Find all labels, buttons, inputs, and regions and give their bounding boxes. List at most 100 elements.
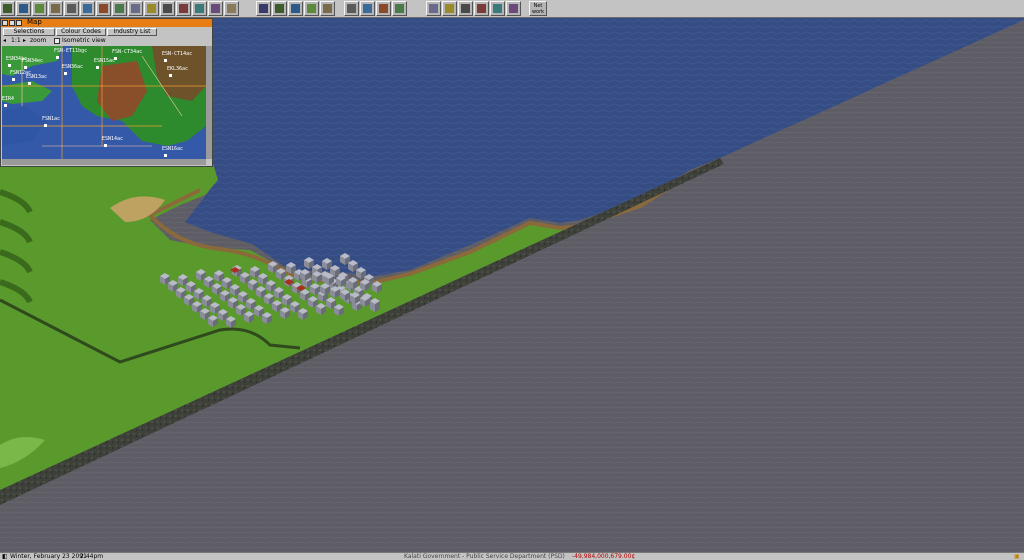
- tool-icon: [395, 4, 404, 13]
- toolbar-button[interactable]: [426, 1, 441, 16]
- tool-icon: [291, 4, 300, 13]
- toolbar-button[interactable]: [192, 1, 207, 16]
- minimap-options-row: ◂ 1:1 ▸ zoom Isometric view: [1, 37, 212, 45]
- toolbar-button[interactable]: [442, 1, 457, 16]
- tool-icon: [429, 4, 438, 13]
- tool-icon: [461, 4, 470, 13]
- minimap-station-marker: [56, 56, 59, 59]
- isometric-checkbox[interactable]: [54, 38, 60, 44]
- toolbar-button[interactable]: [112, 1, 127, 16]
- minimap-station-marker: [169, 74, 172, 77]
- tool-icon: [211, 4, 220, 13]
- toolbar-button[interactable]: [256, 1, 271, 16]
- toolbar-button[interactable]: [160, 1, 175, 16]
- minimap-station-marker: [44, 124, 47, 127]
- minimap-station-marker: [12, 78, 15, 81]
- pin-icon[interactable]: [16, 20, 22, 26]
- toolbar-button[interactable]: [128, 1, 143, 16]
- toolbar-button[interactable]: [16, 1, 31, 16]
- warning-icon[interactable]: ▣: [1014, 553, 1020, 560]
- minimap-title-bar[interactable]: Map: [1, 18, 212, 27]
- tool-icon: [323, 4, 332, 13]
- tool-icon: [19, 4, 28, 13]
- toolbar-button[interactable]: [272, 1, 287, 16]
- minimap-station-label: EIR4: [2, 96, 15, 102]
- minimap-view[interactable]: FSN-ET11bgc FSN-CT34ac ESN-CT14ac ESN34ac FS…: [2, 46, 206, 159]
- toolbar-button[interactable]: [224, 1, 239, 16]
- tool-icon: [115, 4, 124, 13]
- toolbar-button[interactable]: [80, 1, 95, 16]
- main-toolbar: Net work: [0, 0, 1024, 18]
- toolbar-button[interactable]: [144, 1, 159, 16]
- minimap-station-label: FSN-CT34ac: [112, 49, 143, 55]
- toolbar-button[interactable]: [458, 1, 473, 16]
- toolbar-button[interactable]: [474, 1, 489, 16]
- tool-icon: [99, 4, 108, 13]
- minimap-vertical-scrollbar[interactable]: [206, 46, 212, 159]
- minimap-station-marker: [96, 66, 99, 69]
- zoom-out-icon[interactable]: ◂: [3, 37, 6, 45]
- toolbar-button[interactable]: [208, 1, 223, 16]
- network-button[interactable]: Net work: [529, 1, 547, 16]
- isometric-label: Isometric view: [62, 37, 106, 44]
- minimap-station-label: ESN-CT14ac: [162, 51, 193, 57]
- toolbar-button[interactable]: [490, 1, 505, 16]
- minimap-station-marker: [28, 82, 31, 85]
- tool-icon: [477, 4, 486, 13]
- minimap-station-marker: [8, 64, 11, 67]
- minimap-window[interactable]: Map Selections Colour Codes Industry Lis…: [0, 18, 213, 167]
- toolbar-button[interactable]: [320, 1, 335, 16]
- selections-button[interactable]: Selections: [3, 28, 55, 36]
- toolbar-button[interactable]: [304, 1, 319, 16]
- minimap-station-marker: [164, 59, 167, 62]
- colour-codes-button[interactable]: Colour Codes: [56, 28, 106, 36]
- tool-icon: [493, 4, 502, 13]
- tool-icon: [67, 4, 76, 13]
- toolbar-button[interactable]: [32, 1, 47, 16]
- minimap-station-label: FSN-ET11bgc: [54, 48, 88, 54]
- minimap-horizontal-scrollbar[interactable]: [2, 159, 206, 165]
- minimap-station-label: ESN13ac: [26, 74, 48, 80]
- tool-icon: [227, 4, 236, 13]
- help-icon[interactable]: [9, 20, 15, 26]
- toolbar-button[interactable]: [176, 1, 191, 16]
- minimap-station-marker: [24, 66, 27, 69]
- toolbar-button[interactable]: [360, 1, 375, 16]
- toolbar-button[interactable]: [344, 1, 359, 16]
- minimap-station-marker: [64, 72, 67, 75]
- tool-icon: [363, 4, 372, 13]
- toolbar-button[interactable]: [376, 1, 391, 16]
- toolbar-button[interactable]: [64, 1, 79, 16]
- tool-icon: [163, 4, 172, 13]
- tool-icon: [83, 4, 92, 13]
- toolbar-button[interactable]: [392, 1, 407, 16]
- minimap-station-label: ESN36ac: [62, 64, 84, 70]
- zoom-value: 1:1: [11, 37, 21, 44]
- toolbar-button[interactable]: [48, 1, 63, 16]
- game-time: 2:44pm: [80, 553, 104, 560]
- zoom-in-icon[interactable]: ▸: [23, 37, 26, 45]
- zoom-label: zoom: [30, 37, 47, 44]
- toolbar-button[interactable]: [288, 1, 303, 16]
- minimap-station-label: FSN1ac: [42, 116, 61, 122]
- tool-icon: [275, 4, 284, 13]
- minimap-station-marker: [4, 104, 7, 107]
- toolbar-button[interactable]: [506, 1, 521, 16]
- tool-icon: [131, 4, 140, 13]
- season-icon: ◧: [2, 553, 8, 560]
- toolbar-button[interactable]: [0, 1, 15, 16]
- minimap-station-marker: [104, 144, 107, 147]
- company-name: Kalati Government - Public Service Depar…: [404, 553, 565, 560]
- toolbar-button[interactable]: [96, 1, 111, 16]
- tool-icon: [445, 4, 454, 13]
- close-icon[interactable]: [2, 20, 8, 26]
- tool-icon: [51, 4, 60, 13]
- status-bar: ◧ Winter, February 23 2091 2:44pm Kalati…: [0, 552, 1024, 560]
- minimap-station-label: EKL36ac: [167, 66, 189, 72]
- tool-icon: [147, 4, 156, 13]
- industry-list-button[interactable]: Industry List: [107, 28, 157, 36]
- tool-icon: [35, 4, 44, 13]
- account-balance: -49,984,000,679.00¢: [572, 553, 636, 560]
- game-date: Winter, February 23 2091: [10, 553, 87, 560]
- tool-icon: [3, 4, 12, 13]
